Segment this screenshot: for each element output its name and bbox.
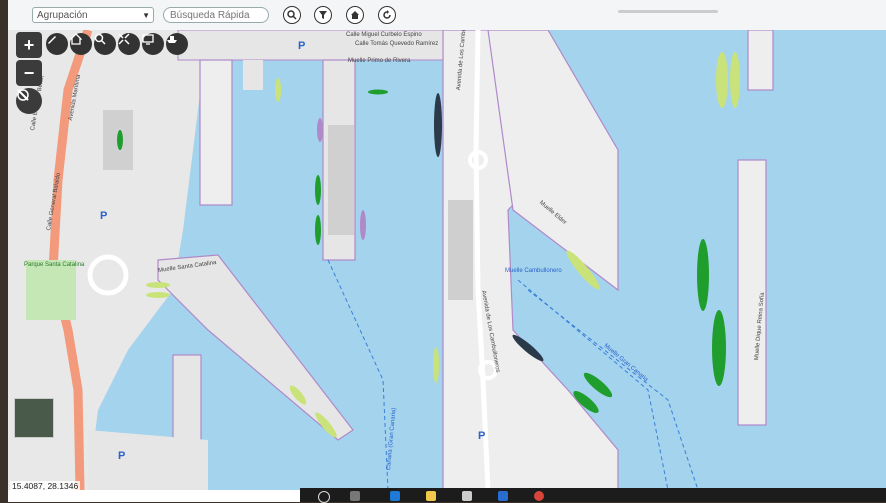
pier-1: [199, 59, 233, 206]
vessel-lime-9[interactable]: [275, 78, 281, 102]
label-calle-tomas: Calle Tomás Quevedo Ramírez: [355, 41, 439, 47]
home-icon: [351, 11, 359, 19]
pier-3: [243, 60, 263, 90]
pencil-icon: [48, 36, 56, 44]
map-view[interactable]: Calle Miguel Curbelo Espino Calle Tomás …: [8, 30, 886, 490]
building-2: [328, 125, 354, 235]
vessel-green-7[interactable]: [117, 130, 123, 150]
vessel-lime-7[interactable]: [146, 282, 170, 288]
compass-icon: [17, 89, 29, 101]
screen-button[interactable]: [142, 33, 164, 55]
home-view-button[interactable]: [70, 33, 92, 55]
zoom-in-button[interactable]: +: [16, 32, 42, 58]
zoom-search-icon: [94, 33, 106, 45]
refresh-icon: [383, 10, 391, 19]
ship-icon: [167, 36, 177, 43]
vessel-lime-8[interactable]: [146, 292, 170, 298]
lower-left-land: [88, 430, 208, 490]
label-muelle-cambullonero: Muelle Cambullonero: [505, 268, 562, 274]
quick-search-input[interactable]: [163, 7, 269, 23]
vessel-green-5[interactable]: [315, 175, 321, 205]
filter-icon: [319, 11, 327, 19]
vessel-lime-1[interactable]: [716, 52, 728, 108]
top-toolbar: Agrupación ▼: [8, 0, 886, 31]
parking-marker-2: P: [100, 210, 108, 222]
taskbar-mail-icon[interactable]: [498, 491, 508, 501]
refresh-button[interactable]: [378, 6, 396, 24]
toolbar-scroll-indicator: [618, 10, 718, 13]
parking-marker-1: P: [298, 40, 306, 52]
chevron-down-icon: ▼: [142, 11, 150, 20]
parque-santa-catalina: [26, 260, 76, 320]
north-right-dock: [747, 30, 774, 91]
vessel-tool-button[interactable]: [166, 33, 188, 55]
vessel-green-1[interactable]: [697, 239, 709, 311]
taskbar-folder-icon[interactable]: [426, 491, 436, 501]
building-1: [448, 200, 473, 300]
zoom-out-label: −: [23, 62, 35, 83]
cursor-coordinates: 15.4087, 28.1346: [10, 481, 81, 491]
vessel-lime-6[interactable]: [433, 347, 439, 383]
app-window: Agrupación ▼ Búsqueda Rápida Calle Migue…: [8, 0, 886, 502]
windows-taskbar: [300, 488, 886, 502]
house-icon: [70, 33, 82, 45]
vessel-purple-1[interactable]: [360, 210, 366, 240]
taskbar-search-icon[interactable]: [318, 491, 330, 503]
search-icon: [287, 10, 297, 20]
group-select-value: Agrupación: [37, 10, 88, 21]
group-select[interactable]: Agrupación ▼: [32, 7, 154, 23]
full-extent-button[interactable]: [118, 33, 140, 55]
home-button[interactable]: [346, 6, 364, 24]
parking-marker-4: P: [118, 450, 126, 462]
search-button[interactable]: [283, 6, 301, 24]
zoom-out-button[interactable]: −: [16, 60, 42, 86]
vessel-green-6[interactable]: [315, 215, 321, 245]
extent-icon: [118, 33, 130, 45]
vessel-purple-2[interactable]: [317, 118, 323, 142]
satellite-thumbnail[interactable]: [14, 398, 54, 438]
filter-button[interactable]: [314, 6, 332, 24]
monitor-icon: [142, 34, 154, 45]
taskbar-task-view-icon[interactable]: [350, 491, 360, 501]
label-parque-santa-catalina: Parque Santa Catalina: [24, 262, 85, 268]
taskbar-edge-icon[interactable]: [390, 491, 400, 501]
label-calle-miguel: Calle Miguel Curbelo Espino: [346, 32, 422, 38]
label-muelle-primo: Muelle Primo de Rivera: [348, 58, 411, 64]
channel-line-1: [327, 259, 389, 490]
vessel-lime-2[interactable]: [730, 52, 740, 108]
zoom-in-label: +: [23, 34, 35, 55]
taskbar-chrome-icon[interactable]: [534, 491, 544, 501]
parking-marker-3: P: [478, 430, 486, 442]
vessel-green-8[interactable]: [368, 89, 388, 95]
zoom-search-button[interactable]: [94, 33, 116, 55]
taskbar-store-icon[interactable]: [462, 491, 472, 501]
vessel-dark-1[interactable]: [434, 93, 442, 157]
rotate-reset-button[interactable]: [16, 88, 42, 114]
harbor-map-canvas: [8, 30, 774, 490]
draw-tool-button[interactable]: [46, 33, 68, 55]
vessel-green-2[interactable]: [712, 310, 726, 386]
